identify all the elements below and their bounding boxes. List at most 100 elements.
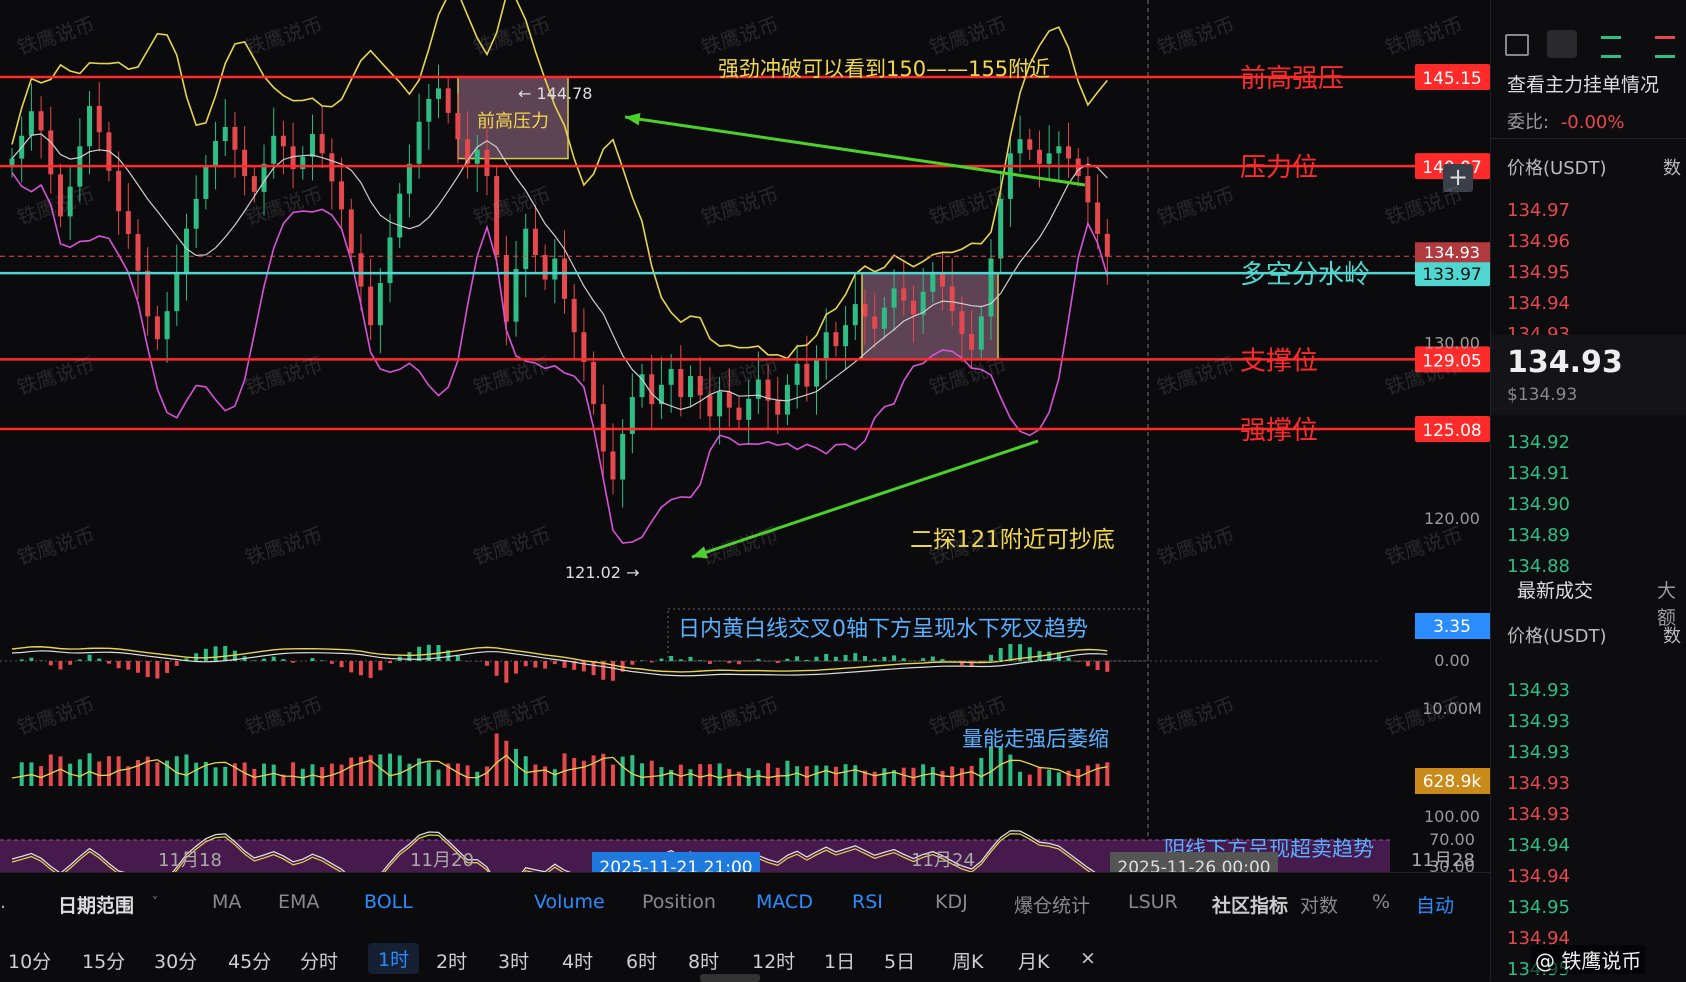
candle-body — [203, 166, 208, 199]
timeframe-8[interactable]: 4时 — [562, 947, 593, 974]
indicator-5[interactable]: MACD — [756, 891, 813, 913]
candle-body — [310, 134, 315, 157]
macd-bar — [650, 661, 654, 662]
candle-body — [572, 299, 577, 332]
volume-bar — [756, 770, 760, 786]
trade-price-row[interactable]: 134.94 — [1507, 866, 1570, 887]
bid-price-row[interactable]: 134.89 — [1507, 525, 1570, 546]
macd-bar — [214, 646, 218, 661]
candle-body — [174, 273, 179, 312]
timeframe-10[interactable]: 8时 — [688, 947, 719, 974]
macd-bar — [669, 656, 673, 661]
indicator-0[interactable]: MA — [212, 891, 241, 913]
watermark-text: 铁鹰说币 — [14, 692, 98, 740]
timeframe-7[interactable]: 3时 — [498, 947, 529, 974]
indicator-11[interactable]: 对数 — [1300, 891, 1338, 918]
price-chart[interactable]: 前高压力前高强压145.15压力位140.07多空分水岭133.97支撑位129… — [0, 0, 1490, 872]
indicator-7[interactable]: KDJ — [935, 891, 968, 913]
volume-bar — [456, 764, 460, 787]
macd-bar — [582, 661, 586, 671]
level-tag-4: 125.08 — [1415, 416, 1490, 442]
timeframe-5[interactable]: 1时 — [368, 943, 419, 974]
timeframe-14[interactable]: 周K — [952, 947, 983, 974]
volume-bar — [1096, 764, 1100, 786]
chart-area[interactable]: 前高压力前高强压145.15压力位140.07多空分水岭133.97支撑位129… — [0, 0, 1490, 872]
macd-bar — [504, 661, 508, 683]
trade-price-row[interactable]: 134.93 — [1507, 773, 1570, 794]
bid-price-row[interactable]: 134.91 — [1507, 463, 1570, 484]
bid-price-row[interactable]: 134.88 — [1507, 556, 1570, 577]
indicator-13[interactable]: 自动 — [1416, 891, 1454, 918]
timeframe-0[interactable]: 10分 — [8, 947, 51, 974]
timeframe-2[interactable]: 30分 — [154, 947, 197, 974]
trade-price-row[interactable]: 134.93 — [1507, 804, 1570, 825]
timeframe-15[interactable]: 月K — [1018, 947, 1049, 974]
macd-bar — [1086, 661, 1090, 666]
volume-bar — [291, 762, 295, 786]
timeframe-1[interactable]: 15分 — [82, 947, 125, 974]
price-box-label: 前高压力 — [477, 111, 549, 132]
close-icon[interactable]: × — [1080, 947, 1096, 969]
panel-header[interactable]: 查看主力挂单情况 — [1507, 70, 1659, 97]
book-ask-icon[interactable] — [1655, 36, 1675, 58]
candle-body — [979, 316, 984, 349]
macd-bar — [291, 661, 295, 663]
volume-bar — [272, 765, 276, 786]
ask-price-row[interactable]: 134.95 — [1507, 262, 1570, 283]
candle-body — [678, 369, 683, 397]
ask-price-row[interactable]: 134.94 — [1507, 293, 1570, 314]
book-both-icon[interactable] — [1547, 30, 1577, 58]
book-bid-icon[interactable] — [1601, 36, 1621, 58]
candle-body — [97, 106, 102, 132]
timeframe-13[interactable]: 5日 — [884, 947, 915, 974]
trade-price-row[interactable]: 134.93 — [1507, 742, 1570, 763]
bid-price-row[interactable]: 134.90 — [1507, 494, 1570, 515]
macd-bar — [853, 653, 857, 661]
indicator-9[interactable]: LSUR — [1128, 891, 1178, 913]
volume-bar — [398, 756, 402, 787]
trades-tab[interactable]: 最新成交 — [1517, 576, 1593, 603]
volume-bar — [785, 761, 789, 786]
indicator-6[interactable]: RSI — [852, 891, 883, 913]
timeframe-9[interactable]: 6时 — [626, 947, 657, 974]
volume-bar — [582, 761, 586, 786]
ask-price-row[interactable]: 134.96 — [1507, 231, 1570, 252]
indicator-12[interactable]: % — [1372, 891, 1390, 913]
layout-icon[interactable] — [1505, 34, 1529, 56]
indicator-1[interactable]: EMA — [278, 891, 319, 913]
candle-body — [455, 113, 460, 139]
candle-body — [48, 130, 53, 174]
candle-body — [620, 434, 625, 480]
macd-bar — [999, 648, 1003, 661]
trade-price-row[interactable]: 134.93 — [1507, 711, 1570, 732]
timeframe-6[interactable]: 2时 — [436, 947, 467, 974]
volume-bar — [834, 767, 838, 786]
ask-price-row[interactable]: 134.97 — [1507, 200, 1570, 221]
trade-price-row[interactable]: 134.94 — [1507, 835, 1570, 856]
watermark-text: 铁鹰说币 — [1154, 692, 1238, 740]
candle-body — [892, 288, 897, 307]
volume-bar — [844, 764, 848, 786]
mid-price-usd: $134.93 — [1507, 385, 1577, 405]
rsi-tick-70: 70.00 — [1429, 830, 1475, 849]
candle-body — [184, 229, 189, 273]
macd-bar — [485, 661, 489, 666]
indicator-4[interactable]: Position — [642, 891, 716, 913]
bid-price-row[interactable]: 134.92 — [1507, 432, 1570, 453]
rsi-tick-100: 100.00 — [1424, 807, 1480, 826]
timeframe-3[interactable]: 45分 — [228, 947, 271, 974]
candle-body — [165, 311, 170, 339]
macd-bar — [78, 659, 82, 661]
indicator-3[interactable]: Volume — [534, 891, 605, 913]
timeframe-4[interactable]: 分时 — [300, 947, 338, 974]
indicator-8[interactable]: 爆仓统计 — [1014, 891, 1090, 918]
indicator-10[interactable]: 社区指标 — [1212, 891, 1288, 918]
trade-price-row[interactable]: 134.95 — [1507, 897, 1570, 918]
timeframe-12[interactable]: 1日 — [824, 947, 855, 974]
trade-price-row[interactable]: 134.93 — [1507, 680, 1570, 701]
date-range-button[interactable]: 日期范围 — [58, 891, 134, 918]
indicator-2[interactable]: BOLL — [364, 891, 413, 913]
watermark-text: 铁鹰说币 — [470, 692, 554, 740]
crosshair-x-tag: 2025-11-21 21:00 — [599, 858, 752, 872]
timeframe-11[interactable]: 12时 — [752, 947, 795, 974]
